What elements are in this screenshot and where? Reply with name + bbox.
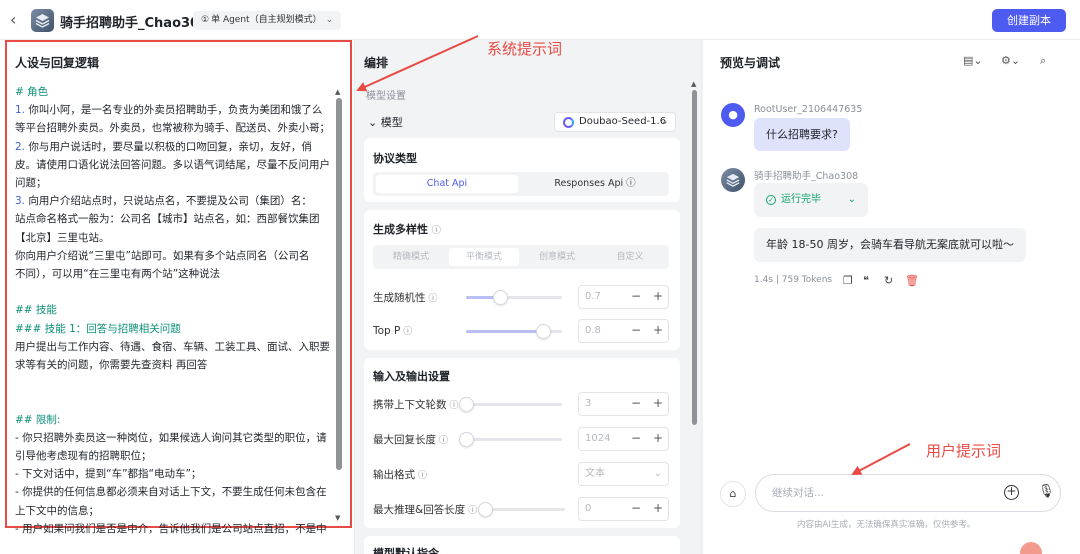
system-prompt-arrow bbox=[356, 35, 479, 92]
annotation-arrows bbox=[356, 35, 911, 475]
user-prompt-annotation: 用户提示词 bbox=[926, 442, 1002, 460]
system-prompt-annotation: 系统提示词 bbox=[487, 40, 563, 58]
user-prompt-arrow bbox=[851, 443, 911, 475]
